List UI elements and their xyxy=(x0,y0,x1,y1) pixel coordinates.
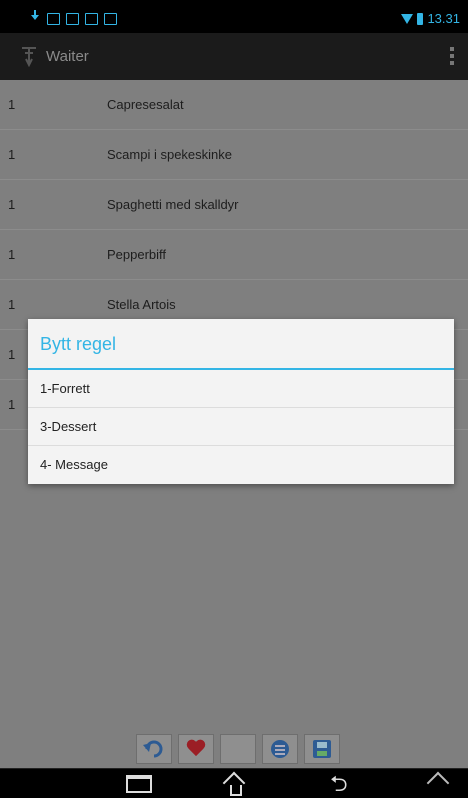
dialog-option[interactable]: 4- Message xyxy=(28,446,454,484)
navigation-bar: ⮌ xyxy=(0,768,468,798)
overflow-menu-icon[interactable] xyxy=(450,47,454,65)
save-icon xyxy=(313,740,331,758)
item-quantity: 1 xyxy=(8,397,16,412)
save-button[interactable] xyxy=(304,734,340,764)
list-button[interactable] xyxy=(262,734,298,764)
list-icon xyxy=(271,740,289,758)
item-quantity: 1 xyxy=(8,147,16,162)
notification-icons xyxy=(29,10,117,25)
item-quantity: 1 xyxy=(8,97,16,112)
list-item[interactable]: 1 Capresesalat xyxy=(0,80,468,130)
item-quantity: 1 xyxy=(8,247,16,262)
item-quantity: 1 xyxy=(8,297,16,312)
item-name: Pepperbiff xyxy=(107,247,167,262)
update-icon xyxy=(47,13,60,25)
app-title: Waiter xyxy=(46,48,89,65)
list-item[interactable]: 1 Spaghetti med skalldyr xyxy=(0,180,468,230)
bottom-toolbar xyxy=(136,734,340,764)
blank-button[interactable] xyxy=(220,734,256,764)
change-rule-dialog: Bytt regel 1-Forrett 3-Dessert 4- Messag… xyxy=(28,319,454,484)
home-icon[interactable] xyxy=(223,773,249,796)
image-icon xyxy=(66,13,79,25)
clock: 13.31 xyxy=(427,11,460,26)
dialog-option[interactable]: 1-Forrett xyxy=(28,370,454,408)
item-name: Scampi i spekeskinke xyxy=(107,147,232,162)
item-name: Capresesalat xyxy=(107,97,184,112)
dialog-title: Bytt regel xyxy=(28,319,454,370)
status-bar: 13.31 xyxy=(0,0,468,33)
wifi-icon xyxy=(401,13,414,24)
item-quantity: 1 xyxy=(8,347,16,362)
download-icon xyxy=(29,10,41,24)
action-bar: Waiter xyxy=(0,33,468,80)
list-item[interactable]: 1 Scampi i spekeskinke xyxy=(0,130,468,180)
waiter-logo-icon[interactable] xyxy=(18,45,40,67)
item-name: Spaghetti med skalldyr xyxy=(107,197,239,212)
item-quantity: 1 xyxy=(8,197,16,212)
heart-icon xyxy=(186,740,206,758)
back-icon[interactable]: ⮌ xyxy=(330,773,348,795)
bag-icon xyxy=(85,13,98,25)
chevron-up-icon[interactable] xyxy=(426,771,450,795)
battery-icon xyxy=(417,12,424,25)
favorite-button[interactable] xyxy=(178,734,214,764)
dialog-option[interactable]: 3-Dessert xyxy=(28,408,454,446)
system-indicators: 13.31 xyxy=(401,11,460,26)
recent-apps-icon[interactable] xyxy=(126,775,152,793)
undo-icon xyxy=(143,740,163,758)
undo-button[interactable] xyxy=(136,734,172,764)
briefcase-icon xyxy=(104,13,117,25)
list-item[interactable]: 1 Pepperbiff xyxy=(0,230,468,280)
